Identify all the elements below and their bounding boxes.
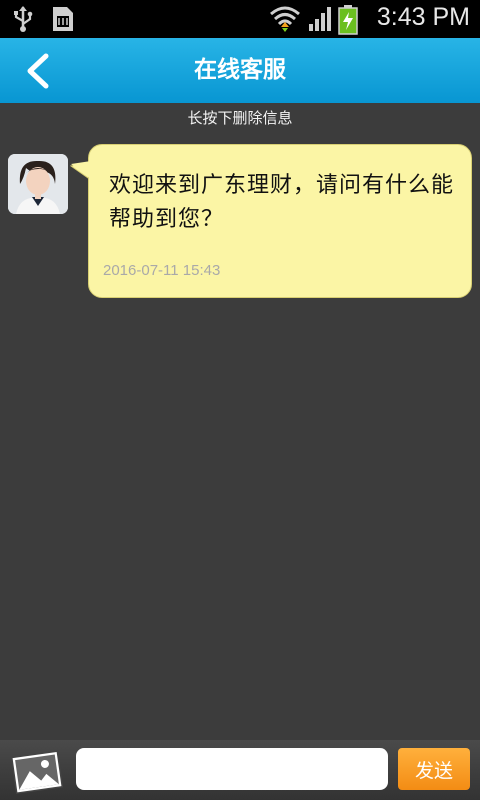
- message-timestamp: 2016-07-11 15:43: [103, 262, 221, 279]
- message-input[interactable]: [76, 748, 388, 790]
- status-bar: 3:43 PM: [0, 0, 480, 38]
- image-picker-icon: [8, 750, 68, 800]
- send-button[interactable]: 发送: [398, 748, 470, 790]
- message-bubble[interactable]: 欢迎来到广东理财，请问有什么能帮助到您？ 2016-07-11 15:43: [88, 144, 472, 298]
- usb-icon: [12, 5, 34, 37]
- back-button[interactable]: [22, 52, 62, 90]
- message-text: 欢迎来到广东理财，请问有什么能帮助到您？: [109, 173, 455, 232]
- delete-hint: 长按下删除信息: [187, 109, 293, 127]
- support-agent-avatar-icon: [8, 154, 68, 214]
- title-bar: 在线客服: [0, 38, 480, 103]
- page-title: 在线客服: [194, 57, 286, 83]
- composer-bar: 发送: [0, 740, 480, 800]
- image-picker-button[interactable]: [8, 748, 68, 796]
- sim-card-icon: [50, 5, 76, 37]
- avatar[interactable]: [8, 154, 68, 214]
- status-time: 3:43 PM: [376, 3, 470, 31]
- wifi-icon: [270, 5, 300, 37]
- chevron-left-icon: [22, 53, 62, 94]
- bubble-tail-fill: [71, 161, 91, 179]
- battery-charging-icon: [338, 5, 358, 39]
- signal-icon: [308, 5, 332, 37]
